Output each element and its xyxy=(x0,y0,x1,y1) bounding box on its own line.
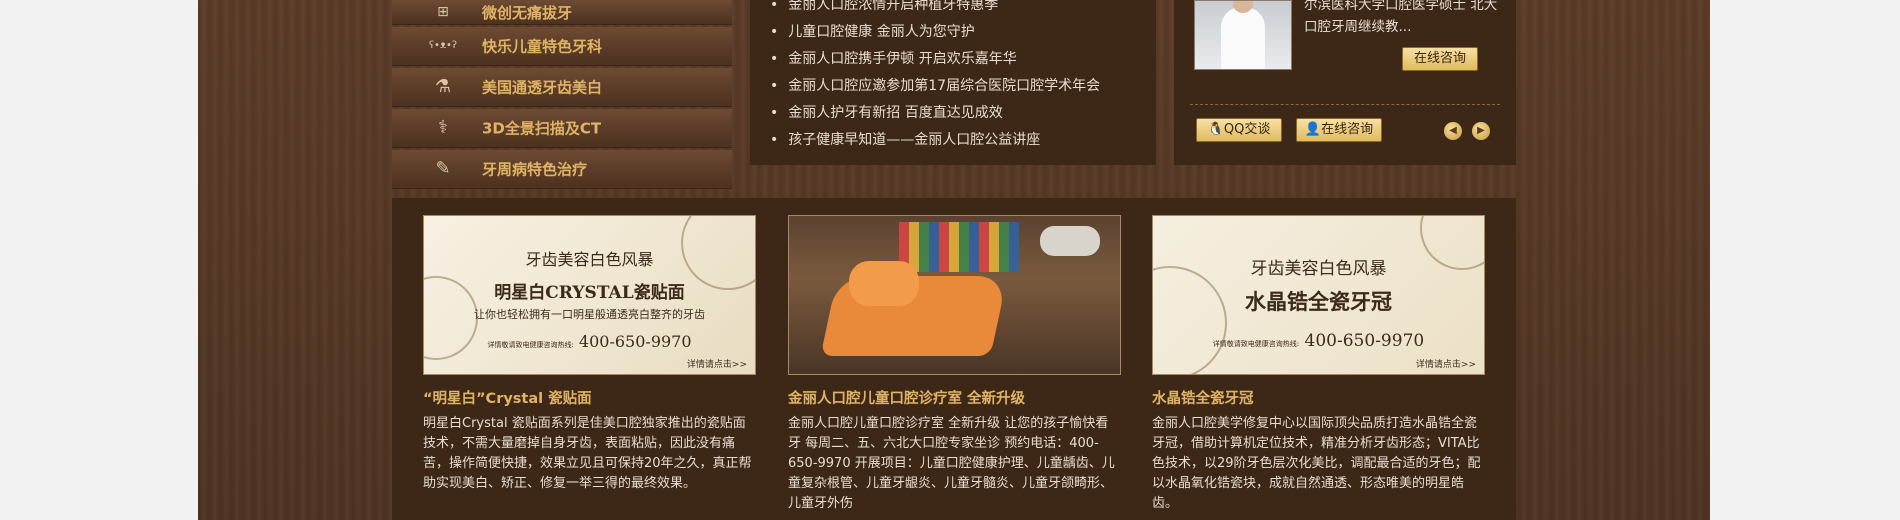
feature-title[interactable]: 金丽人口腔儿童口腔诊疗室 全新升级 xyxy=(788,387,1119,408)
menu-item-3d-ct[interactable]: ⚕ 3D全景扫描及CT xyxy=(392,109,732,148)
news-item[interactable]: 孩子健康早知道——金丽人口腔公益讲座 xyxy=(770,127,1100,154)
feature-desc: 金丽人口腔儿童口腔诊疗室 全新升级 让您的孩子愉快看牙 每周二、五、六北大口腔专… xyxy=(788,416,1115,511)
feature-card-veneer: 牙齿美容白色风暴 明星白CRYSTAL瓷贴面 让你也轻松拥有一口明星般通透亮白整… xyxy=(423,215,756,494)
ad-tagline: 让你也轻松拥有一口明星般通透亮白整齐的牙齿 xyxy=(474,308,705,321)
doctor-coat-shape xyxy=(1221,7,1265,69)
prev-arrow-icon[interactable]: ◀ xyxy=(1444,122,1462,140)
ad-heading: 牙齿美容白色风暴 xyxy=(525,250,654,269)
menu-item-whitening[interactable]: ⚗ 美国通透牙齿美白 xyxy=(392,68,732,107)
news-item[interactable]: 金丽人口腔携手伊顿 开启欢乐嘉年华 xyxy=(770,46,1100,73)
online-consult-label: 在线咨询 xyxy=(1321,122,1374,137)
menu-item-label: 快乐儿童特色牙科 xyxy=(482,37,603,56)
doctor-bio: 尔滨医科大学口腔医学硕士 北大口腔牙周继续教... xyxy=(1304,0,1498,35)
consult-button[interactable]: 在线咨询 xyxy=(1402,47,1478,71)
zirconia-ad-image[interactable]: 牙齿美容白色风暴 水晶锆全瓷牙冠 详情敬请致电健康咨询热线: 400-650-9… xyxy=(1152,215,1485,375)
news-item[interactable]: 金丽人护牙有新招 百度直达见成效 xyxy=(770,100,1100,127)
ad-phone-row: 详情敬请致电健康咨询热线: 400-650-9970 xyxy=(1153,331,1484,351)
ad-more-link[interactable]: 详情请点击>> xyxy=(1416,357,1476,370)
service-menu: ⊞ 微创无痛拔牙 ʕ•ᴥ•ʔ 快乐儿童特色牙科 ⚗ 美国通透牙齿美白 ⚕ 3D全… xyxy=(392,0,732,191)
menu-item-periodontal[interactable]: ✎ 牙周病特色治疗 xyxy=(392,150,732,189)
feature-title[interactable]: “明星白”Crystal 瓷贴面 xyxy=(423,387,754,408)
features-section: 牙齿美容白色风暴 明星白CRYSTAL瓷贴面 让你也轻松拥有一口明星般通透亮白整… xyxy=(392,198,1516,520)
dental-tool-icon: ✎ xyxy=(435,158,451,179)
feature-desc: 金丽人口腔美学修复中心以国际顶尖品质打造水晶锆全瓷牙冠，借助计算机定位技术，精准… xyxy=(1152,416,1481,511)
ad-phone: 400-650-9970 xyxy=(578,332,692,351)
menu-item-label: 3D全景扫描及CT xyxy=(482,119,602,138)
menu-item-kids-dental[interactable]: ʕ•ᴥ•ʔ 快乐儿童特色牙科 xyxy=(392,27,732,66)
feature-card-zirconia: 牙齿美容白色风暴 水晶锆全瓷牙冠 详情敬请致电健康咨询热线: 400-650-9… xyxy=(1152,215,1485,514)
ad-product: 水晶锆全瓷牙冠 xyxy=(1245,289,1392,314)
news-item[interactable]: 金丽人口腔浓情开启种植牙特惠季 xyxy=(770,0,1100,19)
menu-item-label: 牙周病特色治疗 xyxy=(482,160,588,179)
menu-item-label: 微创无痛拔牙 xyxy=(482,4,573,22)
ad-phone-label: 详情敬请致电健康咨询热线: xyxy=(1212,340,1300,348)
feature-desc: 明星白Crystal 瓷贴面系列是佳美口腔独家推出的瓷贴面技术，不需大量磨掉自身… xyxy=(423,416,752,491)
feature-card-kids-clinic: 金丽人口腔儿童口腔诊疗室 全新升级 金丽人口腔儿童口腔诊疗室 全新升级 让您的孩… xyxy=(788,215,1121,514)
ad-phone-label: 详情敬请致电健康咨询热线: xyxy=(487,341,574,349)
dental-lamp-shape xyxy=(1040,226,1100,256)
news-item[interactable]: 儿童口腔健康 金丽人为您守护 xyxy=(770,19,1100,46)
ad-product: 明星白CRYSTAL瓷贴面 xyxy=(494,283,685,303)
toy-blocks-shape xyxy=(899,222,1019,272)
ad-phone-row: 详情敬请致电健康咨询热线: 400-650-9970 xyxy=(424,332,755,351)
news-item[interactable]: 金丽人口腔应邀参加第17届综合医院口腔学术年会 xyxy=(770,73,1100,100)
ad-heading: 牙齿美容白色风暴 xyxy=(1250,259,1387,279)
ad-more-link[interactable]: 详情请点击>> xyxy=(687,357,747,370)
bear-icon: ʕ•ᴥ•ʔ xyxy=(428,40,458,51)
menu-item-label: 美国通透牙齿美白 xyxy=(482,78,603,97)
expert-panel: 尔滨医科大学口腔医学硕士 北大口腔牙周继续教... 在线咨询 🐧QQ交谈 👤在线… xyxy=(1174,0,1516,165)
online-consult-button[interactable]: 👤在线咨询 xyxy=(1296,118,1382,142)
ad-phone: 400-650-9970 xyxy=(1304,331,1425,351)
next-arrow-icon[interactable]: ▶ xyxy=(1472,122,1490,140)
microscope-icon: ⚗ xyxy=(434,76,452,97)
divider xyxy=(1190,104,1500,105)
chair-pillow-shape xyxy=(849,261,919,306)
veneer-ad-image[interactable]: 牙齿美容白色风暴 明星白CRYSTAL瓷贴面 让你也轻松拥有一口明星般通透亮白整… xyxy=(423,215,756,375)
menu-item-extraction[interactable]: ⊞ 微创无痛拔牙 xyxy=(392,0,732,25)
qq-chat-button[interactable]: 🐧QQ交谈 xyxy=(1196,118,1282,142)
qq-icon: 🐧 xyxy=(1207,122,1224,137)
syringe-icon: ⚕ xyxy=(438,117,448,138)
decor-swirl xyxy=(1153,266,1227,374)
doctor-photo[interactable] xyxy=(1194,0,1292,70)
person-icon: 👤 xyxy=(1304,122,1322,137)
tooth-plus-icon: ⊞ xyxy=(437,4,449,20)
qq-chat-label: QQ交谈 xyxy=(1223,122,1271,137)
news-list: 金丽人口腔浓情开启种植牙特惠季 儿童口腔健康 金丽人为您守护 金丽人口腔携手伊顿… xyxy=(770,0,1100,154)
kids-clinic-image[interactable] xyxy=(788,215,1121,375)
news-panel: 金丽人口腔浓情开启种植牙特惠季 儿童口腔健康 金丽人为您守护 金丽人口腔携手伊顿… xyxy=(750,0,1156,165)
feature-title[interactable]: 水晶锆全瓷牙冠 xyxy=(1152,387,1483,408)
